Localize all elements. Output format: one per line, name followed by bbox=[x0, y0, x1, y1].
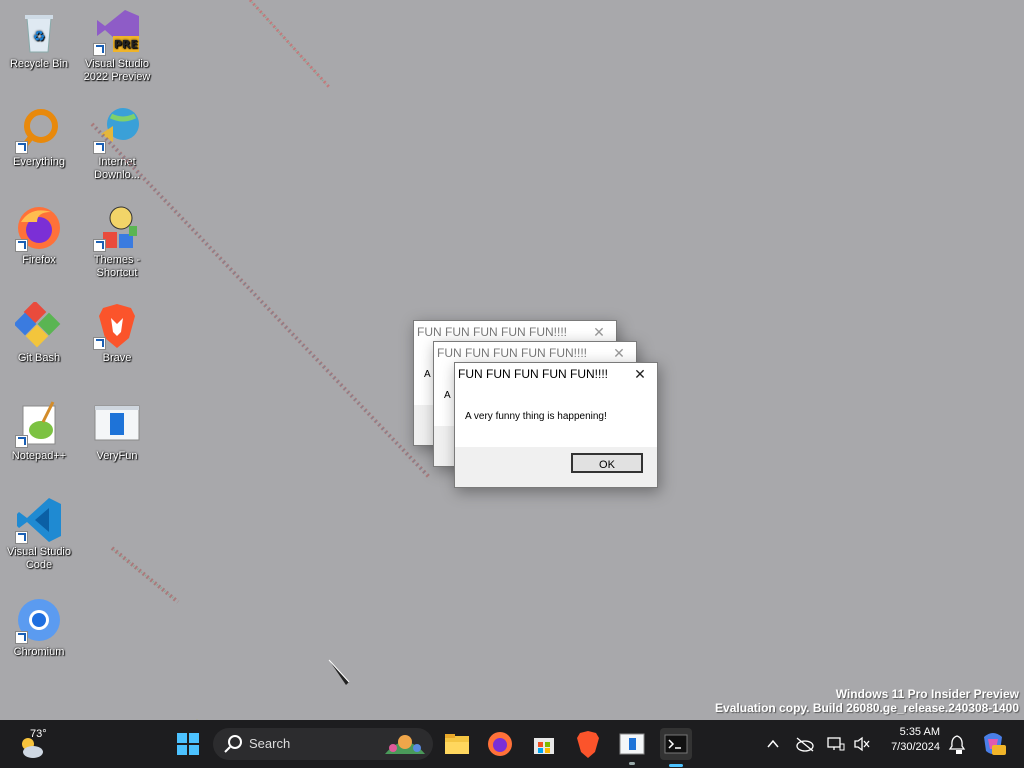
svg-text:♻: ♻ bbox=[33, 29, 46, 45]
visual-studio-preview-icon: PRE bbox=[93, 8, 141, 56]
show-hidden-icons-icon[interactable] bbox=[766, 737, 780, 751]
firefox-icon bbox=[15, 204, 63, 252]
pre-badge: PRE bbox=[114, 38, 138, 51]
search-highlight-icon bbox=[385, 735, 425, 754]
git-bash-shortcut[interactable]: Git Bash bbox=[1, 300, 77, 365]
desktop-icon-label: Themes - Shortcut bbox=[93, 254, 141, 279]
mouse-cursor-icon bbox=[328, 659, 350, 685]
desktop-icon-label: Git Bash bbox=[17, 352, 61, 364]
desktop-icon-label: Firefox bbox=[22, 254, 56, 266]
recycle-bin-shortcut[interactable]: ♻ Recycle Bin bbox=[1, 8, 77, 71]
notepad-plus-plus-icon bbox=[15, 400, 63, 448]
brave-icon bbox=[577, 731, 599, 758]
shortcut-arrow-icon bbox=[93, 337, 106, 350]
themes-shortcut[interactable]: Themes - Shortcut bbox=[79, 204, 155, 280]
watermark-line-1: Windows 11 Pro Insider Preview bbox=[835, 687, 1019, 701]
taskbar-veryfun[interactable] bbox=[616, 728, 648, 765]
desktop-icon-label: Everything bbox=[13, 156, 65, 168]
ok-button[interactable]: OK bbox=[571, 453, 643, 473]
active-indicator bbox=[669, 764, 683, 767]
taskbar-brave[interactable] bbox=[572, 728, 604, 760]
internet-download-manager-icon bbox=[93, 106, 141, 154]
microsoft-store-icon bbox=[534, 738, 554, 754]
veryfun-icon bbox=[93, 400, 141, 448]
dialog-title: FUN FUN FUN FUN FUN!!!! bbox=[437, 346, 587, 360]
taskbar-microsoft-store[interactable] bbox=[528, 728, 560, 760]
shortcut-arrow-icon bbox=[15, 531, 28, 544]
search-label: Search bbox=[249, 736, 291, 751]
windows-start-icon bbox=[177, 733, 199, 755]
watermark-line-2: Evaluation copy. Build 26080.ge_release.… bbox=[715, 701, 1019, 715]
desktop-icon-label: Recycle Bin bbox=[9, 58, 69, 70]
desktop-icon-label: Internet Downlo... bbox=[94, 156, 140, 181]
vscode-icon bbox=[15, 496, 63, 544]
close-icon[interactable]: ✕ bbox=[588, 321, 610, 343]
veryfun-icon bbox=[619, 733, 645, 755]
veryfun-shortcut[interactable]: VeryFun bbox=[79, 400, 155, 463]
close-icon[interactable]: ✕ bbox=[629, 363, 651, 385]
desktop-icon-label: Visual Studio 2022 Preview bbox=[83, 58, 151, 83]
shortcut-arrow-icon bbox=[15, 141, 28, 154]
dialog-message: A very funny thing is happening! bbox=[465, 411, 607, 422]
shortcut-arrow-icon bbox=[15, 239, 28, 252]
shortcut-arrow-icon bbox=[15, 435, 28, 448]
start-button[interactable] bbox=[172, 728, 204, 760]
chromium-icon bbox=[15, 596, 63, 644]
desktop-icon-label: VeryFun bbox=[96, 450, 138, 462]
taskbar-search-box[interactable]: Search bbox=[213, 728, 433, 760]
terminal-icon bbox=[664, 734, 688, 754]
everything-icon bbox=[15, 106, 63, 154]
taskbar: 73° Search 5:35 AM 7/30/2024 bbox=[0, 720, 1024, 768]
desktop-icon-label: Chromium bbox=[13, 646, 65, 658]
weather-temperature: 73° bbox=[30, 728, 47, 740]
brave-icon bbox=[93, 302, 141, 350]
running-indicator bbox=[629, 762, 635, 765]
git-bash-icon bbox=[13, 300, 63, 350]
firefox-shortcut[interactable]: Firefox bbox=[1, 204, 77, 267]
clock-date: 7/30/2024 bbox=[891, 741, 940, 753]
firefox-icon bbox=[488, 732, 512, 756]
file-explorer-icon bbox=[445, 734, 469, 754]
clock[interactable]: 5:35 AM 7/30/2024 bbox=[878, 726, 940, 753]
everything-shortcut[interactable]: Everything bbox=[1, 106, 77, 169]
internet-download-manager-shortcut[interactable]: Internet Downlo... bbox=[79, 106, 155, 182]
taskbar-terminal[interactable] bbox=[660, 728, 692, 767]
copilot-icon[interactable] bbox=[980, 731, 1006, 757]
clock-time: 5:35 AM bbox=[899, 726, 940, 738]
desktop-icon-label: Notepad++ bbox=[11, 450, 67, 462]
message-dialog-front[interactable]: FUN FUN FUN FUN FUN!!!! ✕ A very funny t… bbox=[454, 362, 658, 488]
dialog-message: A bbox=[424, 369, 431, 380]
desktop-icon-label: Brave bbox=[102, 352, 132, 364]
notification-icon[interactable] bbox=[947, 734, 967, 754]
vscode-shortcut[interactable]: Visual Studio Code bbox=[1, 496, 77, 572]
notepad-plus-plus-shortcut[interactable]: Notepad++ bbox=[1, 400, 77, 463]
shortcut-arrow-icon bbox=[93, 43, 106, 56]
dialog-message: A bbox=[444, 390, 451, 401]
visual-studio-preview-shortcut[interactable]: PRE Visual Studio 2022 Preview bbox=[79, 8, 155, 84]
desktop-icon-label: Visual Studio Code bbox=[6, 546, 71, 571]
dialog-title: FUN FUN FUN FUN FUN!!!! bbox=[417, 325, 567, 339]
shortcut-arrow-icon bbox=[15, 631, 28, 644]
close-icon[interactable]: ✕ bbox=[608, 342, 630, 364]
weather-widget[interactable]: 73° bbox=[16, 726, 56, 762]
dialog-title: FUN FUN FUN FUN FUN!!!! bbox=[458, 367, 608, 381]
themes-icon bbox=[93, 204, 141, 252]
onedrive-offline-icon[interactable] bbox=[795, 736, 815, 752]
taskbar-file-explorer[interactable] bbox=[441, 728, 473, 760]
volume-muted-icon[interactable] bbox=[853, 736, 871, 752]
evaluation-watermark: Windows 11 Pro Insider Preview Evaluatio… bbox=[715, 687, 1019, 715]
recycle-bin-icon: ♻ bbox=[15, 8, 63, 56]
chromium-shortcut[interactable]: Chromium bbox=[1, 596, 77, 659]
search-icon bbox=[224, 735, 242, 753]
network-icon[interactable] bbox=[827, 736, 845, 752]
brave-shortcut[interactable]: Brave bbox=[79, 302, 155, 365]
shortcut-arrow-icon bbox=[93, 141, 106, 154]
taskbar-firefox[interactable] bbox=[484, 728, 516, 760]
shortcut-arrow-icon bbox=[93, 239, 106, 252]
desktop: ♻ Recycle Bin Everything Firefox Git Bas… bbox=[0, 0, 1024, 720]
